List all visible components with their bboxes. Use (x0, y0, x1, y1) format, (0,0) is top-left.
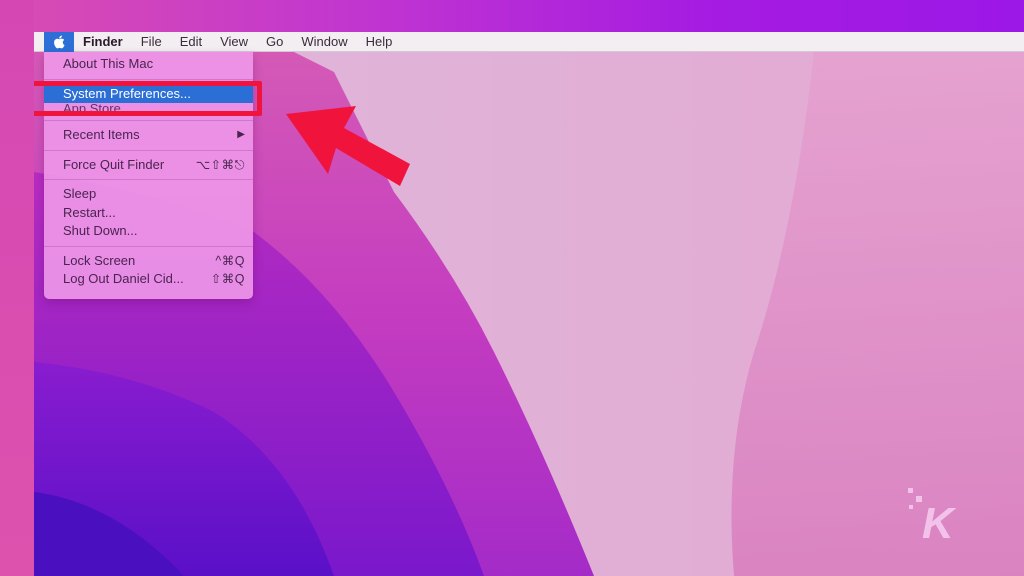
desktop-frame-left (0, 0, 34, 576)
apple-menu-dropdown: About This Mac System Preferences... App… (44, 52, 253, 299)
menu-item-shortcut: ^⌘Q (215, 253, 245, 268)
menu-finder[interactable]: Finder (74, 32, 132, 52)
menu-separator (44, 120, 253, 121)
menu-file[interactable]: File (132, 32, 171, 52)
menu-bar: Finder File Edit View Go Window Help (34, 32, 1024, 52)
menu-separator (44, 78, 253, 80)
menu-view[interactable]: View (211, 32, 257, 52)
menu-item-app-store[interactable]: App Store... (44, 103, 253, 115)
menu-window[interactable]: Window (292, 32, 356, 52)
watermark-letter: K (922, 499, 957, 544)
apple-logo-icon (54, 35, 65, 48)
menu-item-label: Log Out Daniel Cid... (63, 271, 184, 286)
menu-item-label: Lock Screen (63, 252, 136, 268)
menu-separator (44, 245, 253, 247)
menu-item-recent-items[interactable]: Recent Items ▶ (44, 126, 253, 145)
submenu-arrow-icon: ▶ (237, 129, 245, 140)
menu-item-about-this-mac[interactable]: About This Mac (44, 55, 253, 74)
apple-menu-button[interactable] (44, 32, 74, 52)
annotation-arrow-icon (286, 106, 410, 186)
menu-item-log-out[interactable]: Log Out Daniel Cid... ⇧⌘Q (44, 270, 253, 289)
menu-item-label: Recent Items (63, 127, 140, 142)
menu-item-system-preferences[interactable]: System Preferences... (44, 84, 253, 103)
menu-item-restart[interactable]: Restart... (44, 204, 253, 223)
menu-item-label: Force Quit Finder (63, 156, 165, 172)
menu-help[interactable]: Help (357, 32, 402, 52)
desktop-frame-top (0, 0, 1024, 32)
menu-item-label: Shut Down... (63, 223, 138, 238)
menu-separator (44, 149, 253, 151)
menu-edit[interactable]: Edit (171, 32, 211, 52)
menu-item-force-quit[interactable]: Force Quit Finder ⌥⇧⌘⎋ (44, 156, 253, 175)
menu-item-shortcut: ⇧⌘Q (210, 272, 245, 286)
menu-item-label: Sleep (63, 186, 97, 201)
menu-item-lock-screen[interactable]: Lock Screen ^⌘Q (44, 252, 253, 271)
watermark-logo-icon: K (908, 488, 957, 544)
menu-go[interactable]: Go (257, 32, 292, 52)
menu-item-label: System Preferences... (63, 85, 191, 101)
menu-separator (44, 179, 253, 180)
menu-item-label: About This Mac (63, 56, 154, 71)
menu-item-sleep[interactable]: Sleep (44, 185, 253, 204)
menu-item-label: Restart... (63, 204, 116, 220)
menu-item-shortcut: ⌥⇧⌘⎋ (195, 157, 245, 172)
menu-item-label: App Store... (63, 103, 132, 115)
mac-screen: Finder File Edit View Go Window Help Abo… (34, 32, 1024, 576)
menu-item-shut-down[interactable]: Shut Down... (44, 222, 253, 241)
